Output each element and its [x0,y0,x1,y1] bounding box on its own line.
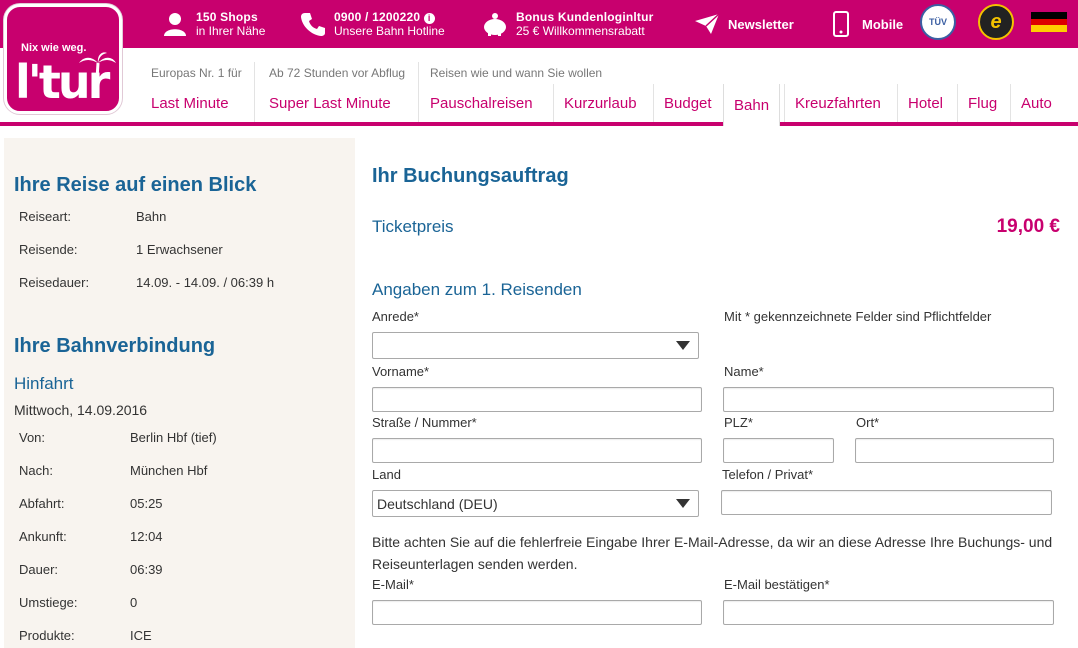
main-nav: Europas Nr. 1 für Last Minute Ab 72 Stun… [0,48,1078,126]
salutation-label: Anrede* [372,309,419,324]
newsletter-label: Newsletter [728,16,794,32]
mobile-label: Mobile [862,16,904,32]
phone-label: Telefon / Privat* [722,467,814,482]
ticket-price-label: Ticketpreis [372,217,454,236]
street-input[interactable] [372,438,702,463]
country-select[interactable]: Deutschland (DEU) [372,490,699,517]
newsletter-link[interactable]: Newsletter [692,0,794,48]
traveler-section-title: Angaben zum 1. Reisenden [372,280,582,299]
mobile-link[interactable]: Mobile [826,0,903,48]
tab-super-last-minute[interactable]: Super Last Minute [269,84,401,122]
hotline-number: 0900 / 1200220 [334,10,421,24]
tab-kreuzfahrten[interactable]: Kreuzfahrten [784,84,891,122]
tab-flug[interactable]: Flug [957,84,1007,122]
bonus-title: Bonus Kundenloginltur [516,10,654,24]
required-fields-note: Mit * gekennzeichnete Felder sind Pflich… [724,309,992,324]
shops-link[interactable]: 150 Shops in Ihrer Nähe [160,0,265,48]
lastname-input[interactable] [723,387,1054,412]
nav-sub-travel: Reisen wie und wann Sie wollen [430,66,603,80]
outbound-title: Hinfahrt [14,374,74,393]
phone-input[interactable] [721,490,1052,515]
connection-title: Ihre Bahnverbindung [14,335,216,357]
lastname-label: Name* [724,364,764,379]
nav-divider [418,62,419,122]
nav-sub-last-minute: Europas Nr. 1 für [151,66,242,80]
top-bar: 150 Shops in Ihrer Nähe 0900 / 1200220 i… [0,0,1078,48]
street-label: Straße / Nummer* [372,415,477,430]
tab-hotel[interactable]: Hotel [897,84,953,122]
city-label: Ort* [856,415,880,430]
page-title: Ihr Buchungsauftrag [372,165,569,187]
chevron-down-icon [676,341,690,350]
zip-input[interactable] [723,438,834,463]
hotline-link[interactable]: 0900 / 1200220 i Unsere Bahn Hotline [298,0,445,48]
email-hint-text: Bitte achten Sie auf die fehlerfreie Ein… [372,534,1053,572]
shops-subtitle: in Ihrer Nähe [196,24,266,38]
info-icon[interactable]: i [423,13,435,24]
email-confirm-input[interactable] [723,600,1054,625]
zip-label: PLZ* [724,415,753,430]
tab-kurzurlaub[interactable]: Kurzurlaub [553,84,647,122]
salutation-select[interactable] [372,332,699,359]
firstname-label: Vorname* [372,364,430,379]
nav-underline [0,122,1078,126]
firstname-input[interactable] [372,387,702,412]
chevron-down-icon [676,499,690,508]
nav-sub-super-last-minute: Ab 72 Stunden vor Abflug [269,66,406,80]
tuev-badge[interactable]: TÜV [920,4,956,40]
email-confirm-label: E-Mail bestätigen* [724,577,830,592]
email-label: E-Mail* [372,577,414,592]
tab-last-minute[interactable]: Last Minute [151,84,239,122]
trusted-shops-badge[interactable]: e [978,4,1014,40]
hotline-subtitle: Unsere Bahn Hotline [334,24,445,38]
country-value: Deutschland (DEU) [377,495,498,512]
person-icon [160,9,190,39]
bonus-link[interactable]: Bonus Kundenloginltur 25 € Willkommensra… [480,0,654,48]
tab-auto[interactable]: Auto [1010,84,1062,122]
bonus-subtitle: 25 € Willkommensrabatt [516,24,645,38]
trip-summary-sidebar: Ihre Reise auf einen Blick Reiseart: Bah… [4,138,355,648]
tab-bahn[interactable]: Bahn [723,84,781,126]
tab-pauschalreisen[interactable]: Pauschalreisen [420,84,543,122]
piggybank-icon [480,9,510,39]
nav-divider [254,62,255,122]
country-label: Land [372,467,401,482]
ticket-price-value: 19,00 € [996,216,1060,237]
overview-title: Ihre Reise auf einen Blick [14,174,257,196]
ltur-logo[interactable]: Nix wie weg. l'tur [4,4,122,114]
tab-budget[interactable]: Budget [653,84,722,122]
email-input[interactable] [372,600,702,625]
outbound-date: Mittwoch, 14.09.2016 [14,402,148,418]
smartphone-icon [826,9,856,39]
paper-plane-icon [692,9,722,39]
shops-count: 150 Shops [196,10,258,24]
phone-icon [298,9,328,39]
palm-tree-icon [79,52,116,80]
city-input[interactable] [855,438,1054,463]
germany-flag-icon[interactable] [1031,12,1067,32]
